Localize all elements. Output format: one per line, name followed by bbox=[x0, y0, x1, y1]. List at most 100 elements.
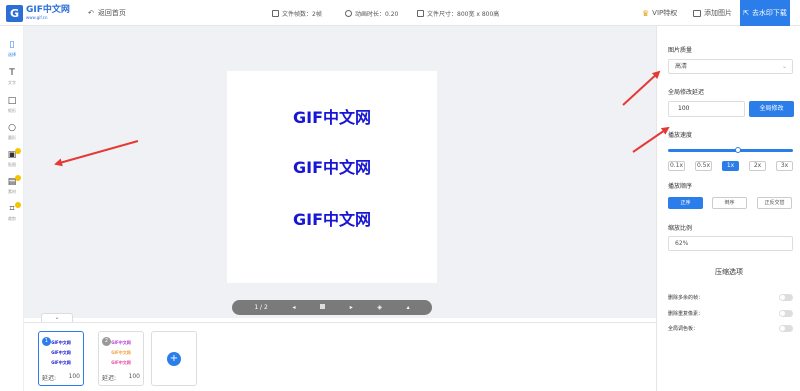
quality-select[interactable]: 高清 ⌄ bbox=[668, 59, 793, 74]
global-palette-toggle[interactable] bbox=[779, 325, 793, 332]
back-home-label: 返回首页 bbox=[97, 9, 126, 17]
playback-bar: 1 / 2 ◂ ▸ ◈ ▴ bbox=[232, 300, 432, 315]
add-image-label: 添加图片 bbox=[704, 9, 732, 17]
logo[interactable]: G GIF中文网 www.gif.cn bbox=[6, 4, 72, 22]
chevron-down-icon: ⌄ bbox=[781, 63, 787, 70]
speed-label: 播放速度 bbox=[668, 132, 693, 139]
back-home-button[interactable]: ↶ 返回首页 bbox=[88, 8, 126, 18]
remove-frames-toggle[interactable] bbox=[779, 294, 793, 301]
quality-value: 高清 bbox=[675, 63, 688, 70]
download-button[interactable]: ⇱ 去水印下载 bbox=[740, 0, 790, 26]
speed-option[interactable]: 3x bbox=[776, 161, 793, 171]
option-label: 删除多余的帧： bbox=[668, 295, 704, 301]
image-icon bbox=[693, 9, 701, 17]
tool-text[interactable]: T 文字 bbox=[0, 68, 24, 86]
speed-option[interactable]: 0.1x bbox=[668, 161, 685, 171]
filmstrip: 1 GIF中文网 GIF中文网 GIF中文网 延迟: 100 2 GIF中文网 … bbox=[24, 322, 656, 391]
logo-title: GIF中文网 bbox=[26, 5, 70, 15]
frame-text: GIF中文网 bbox=[51, 350, 71, 355]
frame-text: GIF中文网 bbox=[111, 350, 131, 355]
tool-crop[interactable]: ⌗ 裁剪 bbox=[0, 202, 24, 222]
delay-label: 全局修改延迟 bbox=[668, 89, 705, 96]
option-label: 全局调色板： bbox=[668, 326, 699, 332]
scale-input[interactable]: 62% bbox=[668, 236, 793, 251]
frame-delay-value[interactable]: 100 bbox=[129, 373, 140, 382]
canvas-text[interactable]: GIF中文网 bbox=[227, 154, 437, 178]
collapse-filmstrip-button[interactable]: ⌄ bbox=[41, 313, 73, 322]
tool-rectangle[interactable]: □ 矩形 bbox=[0, 96, 24, 114]
remove-pixels-toggle[interactable] bbox=[779, 310, 793, 317]
prev-icon[interactable]: ◂ bbox=[292, 304, 295, 311]
plus-icon: + bbox=[167, 351, 181, 366]
speed-slider[interactable] bbox=[668, 147, 793, 153]
rectangle-icon: □ bbox=[7, 96, 17, 106]
vip-badge-icon bbox=[15, 148, 21, 154]
frame-count-text: 文件帧数：2帧 bbox=[282, 11, 322, 18]
settings-panel: 图片质量 高清 ⌄ 全局修改延迟 100 全局修改 播放速度 0.1x 0.5x… bbox=[656, 26, 800, 391]
tool-label: 矩形 bbox=[8, 108, 16, 113]
quality-label: 图片质量 bbox=[668, 47, 693, 54]
tool-sticker[interactable]: ▣ 贴图 bbox=[0, 148, 24, 168]
canvas-text[interactable]: GIF中文网 bbox=[227, 104, 437, 128]
delay-input[interactable]: 100 bbox=[668, 101, 745, 117]
tool-material[interactable]: ▤ 素材 bbox=[0, 175, 24, 195]
frame-text: GIF中文网 bbox=[51, 340, 71, 345]
back-arrow-icon: ↶ bbox=[88, 9, 94, 17]
tool-label: 圆形 bbox=[8, 135, 16, 140]
slider-handle[interactable] bbox=[735, 147, 741, 153]
speed-option-selected[interactable]: 1x bbox=[722, 161, 739, 171]
speed-option[interactable]: 0.5x bbox=[695, 161, 712, 171]
vip-label: VIP特权 bbox=[652, 9, 678, 17]
frame-delay-label: 延迟: bbox=[102, 375, 117, 382]
frame-text: GIF中文网 bbox=[51, 360, 71, 365]
save-icon[interactable]: ▴ bbox=[407, 304, 410, 311]
next-icon[interactable]: ▸ bbox=[350, 304, 353, 311]
download-label: 去水印下载 bbox=[751, 9, 787, 17]
tool-label: 裁剪 bbox=[8, 216, 16, 221]
scale-label: 缩放比例 bbox=[668, 225, 693, 232]
option-remove-pixels: 删除重复像素： bbox=[668, 310, 793, 320]
frame-delay-value[interactable]: 100 bbox=[69, 373, 80, 382]
crop-icon: ⌗ bbox=[9, 204, 15, 214]
stop-icon[interactable] bbox=[320, 304, 326, 311]
option-remove-frames: 删除多余的帧： bbox=[668, 294, 793, 304]
apply-delay-button[interactable]: 全局修改 bbox=[749, 101, 794, 117]
tool-select[interactable]: ▯ 选择 bbox=[0, 40, 24, 58]
frame-delay-label: 延迟: bbox=[42, 375, 57, 382]
order-reverse[interactable]: 倒序 bbox=[712, 197, 747, 209]
compress-title: 压缩选项 bbox=[715, 268, 743, 276]
tool-label: 文字 bbox=[8, 80, 16, 85]
tool-label: 选择 bbox=[8, 52, 16, 57]
vip-badge-icon bbox=[15, 175, 21, 181]
size-info: 文件尺寸：800宽 x 800高 bbox=[417, 9, 499, 18]
left-toolbar: ▯ 选择 T 文字 □ 矩形 ○ 圆形 ▣ 贴图 ▤ 素材 ⌗ 裁剪 bbox=[0, 26, 24, 391]
frame-text: GIF中文网 bbox=[111, 340, 131, 345]
frame-delay: 延迟: 100 bbox=[42, 373, 80, 382]
add-frame-button[interactable]: + bbox=[151, 331, 197, 386]
tool-circle[interactable]: ○ 圆形 bbox=[0, 123, 24, 141]
frame-text: GIF中文网 bbox=[111, 360, 131, 365]
download-icon: ⇱ bbox=[743, 9, 749, 17]
vip-button[interactable]: ♛ VIP特权 bbox=[642, 8, 677, 18]
logo-mark: G bbox=[6, 4, 23, 22]
size-text: 文件尺寸：800宽 x 800高 bbox=[427, 11, 500, 18]
add-image-button[interactable]: 添加图片 bbox=[693, 8, 732, 18]
layers-icon[interactable]: ◈ bbox=[377, 304, 382, 311]
canvas-text[interactable]: GIF中文网 bbox=[227, 206, 437, 230]
artboard[interactable]: GIF中文网 GIF中文网 GIF中文网 bbox=[227, 71, 437, 283]
top-bar: G GIF中文网 www.gif.cn ↶ 返回首页 文件帧数：2帧 动画时长：… bbox=[0, 0, 800, 26]
clock-icon bbox=[345, 10, 352, 17]
vip-badge-icon bbox=[15, 202, 21, 208]
speed-option[interactable]: 2x bbox=[749, 161, 766, 171]
logo-url: www.gif.cn bbox=[26, 15, 48, 20]
circle-icon: ○ bbox=[8, 123, 16, 133]
frame-count-info: 文件帧数：2帧 bbox=[272, 9, 322, 18]
order-alternate[interactable]: 正反交替 bbox=[757, 197, 792, 209]
frame-thumb[interactable]: 2 GIF中文网 GIF中文网 GIF中文网 延迟: 100 bbox=[98, 331, 144, 386]
frame-delay: 延迟: 100 bbox=[102, 373, 140, 382]
duration-text: 动画时长：0.20 bbox=[355, 11, 399, 18]
size-icon bbox=[417, 10, 424, 17]
order-forward[interactable]: 正序 bbox=[668, 197, 703, 209]
frame-thumb[interactable]: 1 GIF中文网 GIF中文网 GIF中文网 延迟: 100 bbox=[38, 331, 84, 386]
page-indicator: 1 / 2 bbox=[254, 304, 268, 311]
